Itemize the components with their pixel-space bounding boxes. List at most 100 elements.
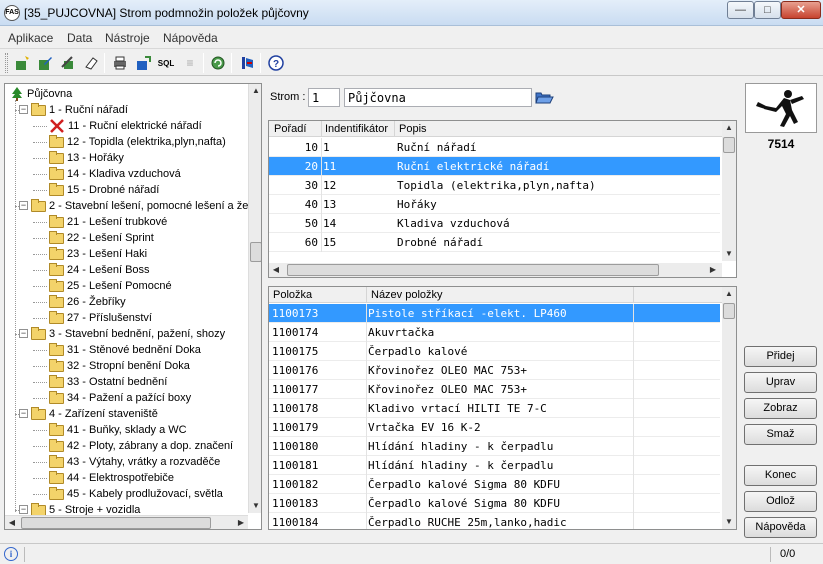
- scroll-right-icon[interactable]: ▶: [706, 263, 720, 277]
- col-identifikator[interactable]: Indentifikátor: [325, 123, 388, 135]
- subset-row[interactable]: 50 14 Kladiva vzduchová: [269, 214, 720, 233]
- item-row[interactable]: 1100183 Čerpadlo kalové Sigma 80 KDFU: [269, 494, 720, 513]
- tree-node[interactable]: 11 - Ruční elektrické nářadí: [49, 118, 202, 134]
- tree-node[interactable]: 43 - Výtahy, vrátky a rozvaděče: [49, 454, 220, 470]
- subset-grid[interactable]: Pořadí Indentifikátor Popis 10 1 Ruční nář…: [268, 120, 737, 278]
- strom-number-field[interactable]: 1: [308, 88, 340, 107]
- subset-row[interactable]: 40 13 Hořáky: [269, 195, 720, 214]
- tree-node[interactable]: 13 - Hořáky: [49, 150, 124, 166]
- tree-node[interactable]: 12 - Topidla (elektrika,plyn,nafta): [49, 134, 226, 150]
- refresh-icon[interactable]: [208, 53, 228, 73]
- item-row[interactable]: 1100176 Křovinořez OLEO MAC 753+: [269, 361, 720, 380]
- subset-row[interactable]: 20 11 Ruční elektrické nářadí: [269, 157, 720, 176]
- tree-node[interactable]: 45 - Kabely prodlužovací, světla: [49, 486, 223, 502]
- item-row[interactable]: 1100173 Pistole stříkací -elekt. LP460: [269, 304, 720, 323]
- new-record-icon[interactable]: [12, 53, 32, 73]
- tree-horizontal-scrollbar[interactable]: ◀ ▶: [5, 515, 248, 529]
- item-row[interactable]: 1100178 Kladivo vrtací HILTI TE 7-C: [269, 399, 720, 418]
- tree-node[interactable]: 1 - Ruční nářadí: [31, 102, 128, 118]
- tree-collapse-icon[interactable]: −: [19, 409, 28, 418]
- scroll-left-icon[interactable]: ◀: [269, 263, 283, 277]
- odloz-button[interactable]: Odlož: [744, 491, 817, 512]
- menu-napoveda[interactable]: Nápověda: [163, 31, 218, 45]
- tree-vertical-scrollbar[interactable]: ▲ ▼: [248, 84, 261, 513]
- tree-root[interactable]: Půjčovna: [11, 86, 72, 102]
- item-row[interactable]: 1100175 Čerpadlo kalové: [269, 342, 720, 361]
- edit-record-icon[interactable]: [35, 53, 55, 73]
- scroll-up-icon[interactable]: ▲: [249, 84, 261, 98]
- napoveda-button[interactable]: Nápověda: [744, 517, 817, 538]
- item-row[interactable]: 1100177 Křovinořez OLEO MAC 753+: [269, 380, 720, 399]
- tree-node[interactable]: 23 - Lešení Haki: [49, 246, 147, 262]
- list-icon[interactable]: ≡: [180, 53, 200, 73]
- tree-node[interactable]: 4 - Zařízení staveniště: [31, 406, 158, 422]
- tree-collapse-icon[interactable]: −: [19, 505, 28, 514]
- close-button[interactable]: ✕: [781, 1, 821, 19]
- tree-collapse-icon[interactable]: −: [19, 105, 28, 114]
- item-row[interactable]: 1100182 Čerpadlo kalové Sigma 80 KDFU: [269, 475, 720, 494]
- tree-node[interactable]: 44 - Elektrospotřebiče: [49, 470, 174, 486]
- subset-grid-horizontal-scrollbar[interactable]: ◀ ▶: [269, 263, 722, 277]
- items-grid[interactable]: Položka Název položky 1100173 Pistole stř…: [268, 286, 737, 530]
- minimize-button[interactable]: —: [727, 1, 754, 19]
- subset-grid-vertical-scrollbar[interactable]: ▲ ▼: [722, 121, 736, 261]
- col-popis[interactable]: Popis: [399, 123, 427, 135]
- menu-data[interactable]: Data: [67, 31, 92, 45]
- exit-door-icon[interactable]: [237, 53, 257, 73]
- tree-node[interactable]: 32 - Stropní benění Doka: [49, 358, 190, 374]
- tree-node[interactable]: 34 - Pažení a pažící boxy: [49, 390, 191, 406]
- help-icon[interactable]: ?: [266, 53, 286, 73]
- scroll-thumb[interactable]: [723, 303, 735, 319]
- tree-node[interactable]: 25 - Lešení Pomocné: [49, 278, 172, 294]
- subset-row[interactable]: 30 12 Topidla (elektrika,plyn,nafta): [269, 176, 720, 195]
- subset-row[interactable]: 10 1 Ruční nářadí: [269, 138, 720, 157]
- scroll-down-icon[interactable]: ▼: [722, 515, 736, 529]
- tree-node[interactable]: 22 - Lešení Sprint: [49, 230, 154, 246]
- col-poradi[interactable]: Pořadí: [274, 123, 306, 135]
- smaz-button[interactable]: Smaž: [744, 424, 817, 445]
- eraser-icon[interactable]: [81, 53, 101, 73]
- item-row[interactable]: 1100174 Akuvrtačka: [269, 323, 720, 342]
- copy-record-icon[interactable]: [58, 53, 78, 73]
- item-row[interactable]: 1100184 Čerpadlo RUCHE 25m,lanko,hadic: [269, 513, 720, 529]
- subset-row[interactable]: 60 15 Drobné nářadí: [269, 233, 720, 252]
- menu-nastroje[interactable]: Nástroje: [105, 31, 150, 45]
- category-tree[interactable]: Půjčovna − 1 - Ruční nářadí 11 - Ruční elek…: [4, 83, 262, 530]
- title-bar[interactable]: FAS [35_PUJCOVNA] Strom podmnožin polože…: [0, 0, 823, 26]
- export-icon[interactable]: [133, 53, 153, 73]
- menu-aplikace[interactable]: Aplikace: [8, 31, 53, 45]
- tree-node[interactable]: 41 - Buňky, sklady a WC: [49, 422, 187, 438]
- col-nazev[interactable]: Název položky: [371, 289, 443, 301]
- tree-node[interactable]: 33 - Ostatní bednění: [49, 374, 167, 390]
- tree-node[interactable]: 3 - Stavební bednění, pažení, shozy: [31, 326, 225, 342]
- uprav-button[interactable]: Uprav: [744, 372, 817, 393]
- tree-node[interactable]: 15 - Drobné nářadí: [49, 182, 159, 198]
- tree-node[interactable]: 24 - Lešení Boss: [49, 262, 150, 278]
- tree-node[interactable]: 14 - Kladiva vzduchová: [49, 166, 181, 182]
- scroll-thumb[interactable]: [287, 264, 659, 276]
- maximize-button[interactable]: □: [754, 1, 781, 19]
- tree-node[interactable]: 27 - Příslušenství: [49, 310, 152, 326]
- tree-collapse-icon[interactable]: −: [19, 201, 28, 210]
- scroll-thumb[interactable]: [723, 137, 735, 153]
- open-folder-icon[interactable]: [534, 88, 554, 106]
- tree-node[interactable]: 21 - Lešení trubkové: [49, 214, 167, 230]
- scroll-left-icon[interactable]: ◀: [5, 516, 19, 529]
- scroll-up-icon[interactable]: ▲: [722, 121, 736, 135]
- sql-icon[interactable]: SQL: [156, 53, 176, 73]
- strom-name-field[interactable]: Půjčovna: [344, 88, 532, 107]
- item-row[interactable]: 1100180 Hlídání hladiny - k čerpadlu: [269, 437, 720, 456]
- col-polozka[interactable]: Položka: [273, 289, 312, 301]
- scroll-down-icon[interactable]: ▼: [722, 247, 736, 261]
- scroll-thumb[interactable]: [250, 242, 261, 262]
- tree-node[interactable]: 26 - Žebříky: [49, 294, 126, 310]
- tree-node[interactable]: 42 - Ploty, zábrany a dop. značení: [49, 438, 233, 454]
- pridej-button[interactable]: Přidej: [744, 346, 817, 367]
- scroll-up-icon[interactable]: ▲: [722, 287, 736, 301]
- scroll-thumb[interactable]: [21, 517, 211, 529]
- print-icon[interactable]: [110, 53, 130, 73]
- zobraz-button[interactable]: Zobraz: [744, 398, 817, 419]
- scroll-right-icon[interactable]: ▶: [234, 516, 248, 529]
- scroll-down-icon[interactable]: ▼: [249, 499, 261, 513]
- item-row[interactable]: 1100181 Hlídání hladiny - k čerpadlu: [269, 456, 720, 475]
